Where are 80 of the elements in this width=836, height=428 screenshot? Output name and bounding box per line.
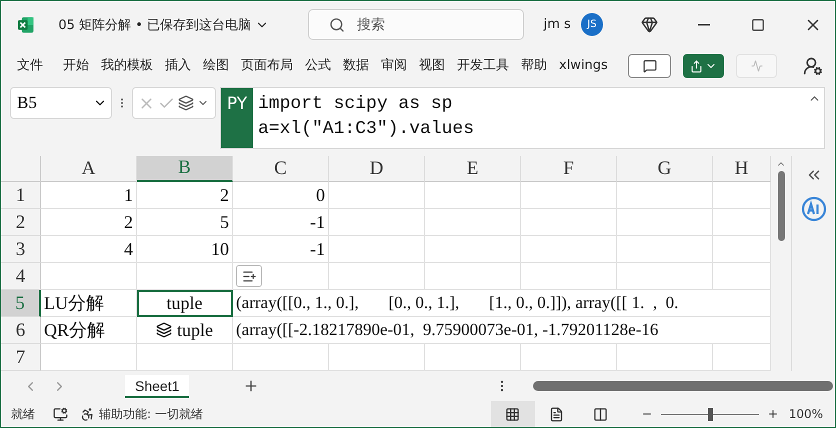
row-header[interactable]: 2 [1,209,41,236]
comment-button[interactable] [628,54,671,78]
table-cell: QR分解 [41,317,137,344]
table-cell: (array([[0., 1., 0.], [0., 0., 1.], [1., 0., 0.]]), array([[ 1. , 0. [233,290,771,317]
table-cell: 2 [137,182,233,209]
python-object-icon[interactable] [156,322,172,338]
column-header[interactable]: G [617,156,713,182]
column-header[interactable]: H [713,156,771,182]
column-header[interactable]: C [233,156,329,182]
table-cell: 4 [41,236,137,263]
comment-icon [642,59,656,73]
ribbon-tab[interactable]: 我的模板 [95,52,159,80]
row-header[interactable]: 3 [1,236,41,263]
row-header[interactable]: 6 [1,317,41,344]
table-cell: -1 [233,236,329,263]
column-header[interactable]: B [137,156,233,182]
search-field[interactable]: 搜索 [308,9,524,40]
row-header[interactable]: 1 [1,182,41,209]
ribbon-tab[interactable]: 数据 [337,52,375,80]
table-cell: 0 [233,182,329,209]
ribbon-tab[interactable]: 开发工具 [451,52,515,80]
formula-field[interactable]: PY import scipy as sp a=xl("A1:C3").values [220,87,825,149]
ribbon-tab[interactable]: 文件 [11,52,49,80]
layers-icon[interactable] [178,95,194,111]
pulse-icon [750,60,762,72]
insert-data-button[interactable] [236,265,262,287]
ribbon-tab[interactable]: 帮助 [515,52,553,80]
python-tag: PY [221,88,253,148]
table-cell: -1 [233,209,329,236]
page-icon [549,406,564,422]
user-avatar[interactable]: JS [580,13,604,36]
columns-icon [593,406,608,422]
row-header[interactable]: 4 [1,263,41,290]
share-icon [690,60,703,72]
accessibility-icon[interactable] [80,406,95,422]
excel-logo-icon [17,16,34,34]
ribbon-tab[interactable]: 审阅 [375,52,413,80]
status-text: 就绪 [11,406,35,422]
table-cell: 5 [137,209,233,236]
table-cell: LU分解 [41,290,137,317]
ribbon-tab[interactable]: 页面布局 [235,52,299,80]
table-cell: 1 [41,182,137,209]
vertical-scrollbar[interactable] [778,171,784,241]
row-header[interactable]: 7 [1,344,41,371]
ribbon-tab[interactable]: 绘图 [197,52,235,80]
user-settings-icon[interactable] [803,56,823,76]
user-name: jm s [544,17,571,32]
column-header[interactable]: D [329,156,425,182]
table-cell[interactable]: tuple [137,290,233,317]
horizontal-scrollbar[interactable] [533,381,834,391]
table-cell: 2 [41,209,137,236]
share-button[interactable] [683,54,724,78]
ribbon-tab[interactable]: 插入 [159,52,197,80]
column-header[interactable]: F [521,156,617,182]
normal-view-button[interactable] [490,401,535,427]
ai-assistant-icon[interactable] [800,196,826,222]
column-header[interactable]: E [425,156,521,182]
table-cell: (array([[-2.18217890e-01, 9.75900073e-01, -1.79201128e-16 [233,317,771,344]
ribbon-tab[interactable]: 视图 [413,52,451,80]
code-line: import scipy as sp [258,93,454,116]
zoom-in-icon[interactable] [766,408,779,420]
search-icon [329,16,346,32]
grid-icon [505,406,520,422]
table-cell: 10 [137,236,233,263]
gem-icon [640,16,658,33]
ribbon-tab[interactable]: 开始 [57,52,95,80]
accessibility-status[interactable]: 辅助功能: 一切就绪 [99,406,203,422]
zoom-level[interactable]: 100% [788,407,823,421]
column-header[interactable]: A [41,156,137,182]
minimize-icon [698,24,710,26]
code-line: a=xl("A1:C3").values [258,118,476,141]
table-cell[interactable]: tuple [137,317,233,344]
sheet-tab[interactable]: Sheet1 [125,374,190,398]
row-header[interactable]: 5 [1,290,41,317]
ribbon-tab[interactable]: xlwings [553,54,614,78]
ribbon-tab[interactable]: 公式 [299,52,337,80]
list-plus-icon [242,268,256,284]
window-title[interactable]: 05 矩阵分解 • 已保存到这台电脑 [58,16,298,34]
maximize-icon [751,18,766,32]
name-box[interactable]: B5 [10,87,112,119]
